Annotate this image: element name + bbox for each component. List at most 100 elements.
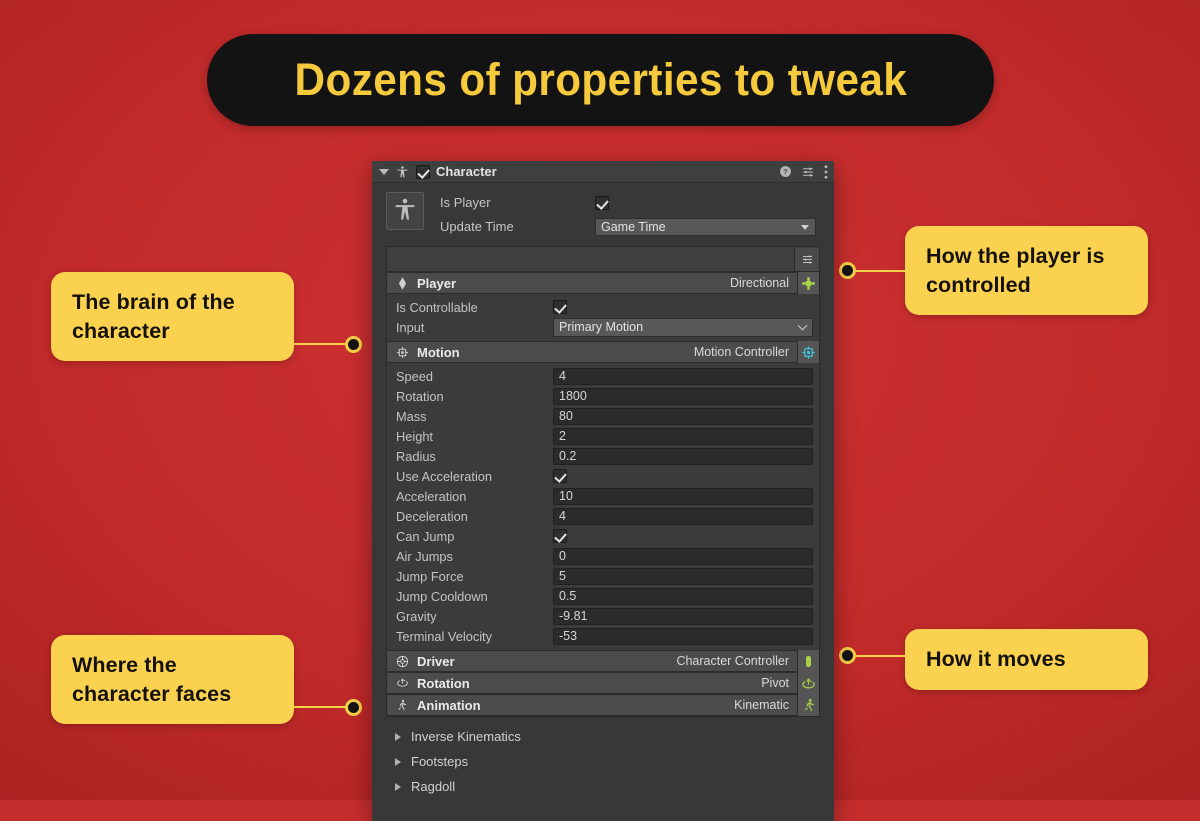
running-person-icon[interactable] bbox=[797, 694, 819, 716]
foldout-ragdoll[interactable]: Ragdoll bbox=[372, 774, 834, 799]
callout-controlled-text: How the player is controlled bbox=[926, 244, 1105, 297]
property-row: Rotation 1800 bbox=[387, 386, 819, 406]
terminal-velocity-input[interactable]: -53 bbox=[553, 627, 813, 645]
help-icon[interactable]: ? bbox=[779, 165, 792, 178]
callout-controlled: How the player is controlled bbox=[905, 226, 1148, 316]
property-row: Jump Cooldown 0.5 bbox=[387, 586, 819, 606]
component-title: Character bbox=[436, 164, 497, 179]
section-driver-name: Driver bbox=[417, 653, 455, 669]
section-animation-name: Animation bbox=[417, 697, 481, 713]
triangle-right-icon bbox=[395, 757, 401, 766]
acceleration-input[interactable]: 10 bbox=[553, 487, 813, 505]
property-row: Deceleration 4 bbox=[387, 506, 819, 526]
diamond-icon bbox=[394, 276, 410, 290]
rotation-input[interactable]: 1800 bbox=[553, 387, 813, 405]
section-player-value: Directional bbox=[729, 276, 789, 290]
leader-line-moves bbox=[851, 655, 907, 657]
section-header-driver[interactable]: Driver Character Controller bbox=[387, 650, 819, 672]
leader-line-brain bbox=[294, 343, 348, 345]
component-header[interactable]: Character ? bbox=[372, 161, 834, 183]
prop-use-acceleration-label: Use Acceleration bbox=[396, 468, 493, 484]
triangle-down-icon[interactable] bbox=[379, 168, 389, 175]
prop-speed-label: Speed bbox=[396, 368, 434, 384]
input-dropdown[interactable]: Primary Motion bbox=[553, 317, 813, 337]
speed-input[interactable]: 4 bbox=[553, 367, 813, 385]
property-row: Is Controllable bbox=[387, 297, 819, 317]
update-time-dropdown[interactable]: Game Time bbox=[595, 217, 816, 236]
section-rotation-value: Pivot bbox=[761, 676, 789, 690]
callout-moves: How it moves bbox=[905, 629, 1148, 690]
component-enabled-checkbox[interactable] bbox=[416, 164, 430, 179]
title-banner: Dozens of properties to tweak bbox=[207, 34, 994, 126]
nested-inspector: Player Directional Is Controllable Input… bbox=[386, 246, 820, 717]
property-row: Input Primary Motion bbox=[387, 317, 819, 337]
wheel-icon bbox=[394, 655, 410, 668]
foldout-footsteps[interactable]: Footsteps bbox=[372, 749, 834, 774]
section-player-properties: Is Controllable Input Primary Motion bbox=[387, 294, 819, 341]
foldout-ragdoll-label: Ragdoll bbox=[411, 779, 456, 794]
inspector-body: Is Player Update Time Game Time Player D… bbox=[372, 183, 834, 799]
prop-gravity-label: Gravity bbox=[396, 608, 437, 624]
prop-deceleration-label: Deceleration bbox=[396, 508, 468, 524]
section-player-name: Player bbox=[417, 275, 457, 291]
section-motion-name: Motion bbox=[417, 344, 460, 360]
character-person-icon bbox=[396, 165, 409, 179]
prop-terminal-velocity-label: Terminal Velocity bbox=[396, 628, 493, 644]
prop-height-label: Height bbox=[396, 428, 433, 444]
leader-line-faces bbox=[294, 706, 348, 708]
callout-brain-text: The brain of the character bbox=[72, 290, 235, 343]
jump-cooldown-input[interactable]: 0.5 bbox=[553, 587, 813, 605]
use-acceleration-checkbox[interactable] bbox=[553, 469, 567, 483]
preset-sliders-icon[interactable] bbox=[801, 165, 815, 178]
section-header-player[interactable]: Player Directional bbox=[387, 272, 819, 294]
dpad-move-icon[interactable] bbox=[797, 272, 819, 294]
section-header-rotation[interactable]: Rotation Pivot bbox=[387, 672, 819, 694]
callout-moves-text: How it moves bbox=[926, 647, 1066, 671]
section-header-motion[interactable]: Motion Motion Controller bbox=[387, 341, 819, 363]
field-update-time: Update Time Game Time bbox=[440, 216, 816, 237]
is-player-checkbox[interactable] bbox=[595, 195, 609, 210]
preset-sliders-icon[interactable] bbox=[794, 247, 819, 271]
script-reference-row: Is Player Update Time Game Time bbox=[372, 183, 834, 244]
property-row: Mass 80 bbox=[387, 406, 819, 426]
poster-background: Dozens of properties to tweak The brain … bbox=[0, 0, 1200, 821]
prop-radius-label: Radius bbox=[396, 448, 436, 464]
air-jumps-input[interactable]: 0 bbox=[553, 547, 813, 565]
more-menu-icon[interactable] bbox=[824, 164, 828, 179]
callout-brain: The brain of the character bbox=[51, 272, 294, 362]
character-person-icon bbox=[393, 197, 417, 225]
section-motion-properties: Speed 4 Rotation 1800 Mass 80 Height 2 Radiu… bbox=[387, 363, 819, 650]
gear-chip-icon[interactable] bbox=[797, 341, 819, 363]
callout-faces-text: Where the character faces bbox=[72, 653, 232, 706]
gravity-input[interactable]: -9.81 bbox=[553, 607, 813, 625]
deceleration-input[interactable]: 4 bbox=[553, 507, 813, 525]
update-time-value: Game Time bbox=[601, 219, 666, 234]
radius-input[interactable]: 0.2 bbox=[553, 447, 813, 465]
foldout-inverse-kinematics[interactable]: Inverse Kinematics bbox=[372, 724, 834, 749]
prop-input-label: Input bbox=[396, 319, 425, 335]
triangle-right-icon bbox=[395, 732, 401, 741]
height-input[interactable]: 2 bbox=[553, 427, 813, 445]
property-row: Air Jumps 0 bbox=[387, 546, 819, 566]
chevron-down-icon bbox=[801, 224, 809, 230]
prop-is-controllable-label: Is Controllable bbox=[396, 299, 478, 315]
capsule-icon[interactable] bbox=[797, 650, 819, 672]
rotate-icon[interactable] bbox=[797, 672, 819, 694]
property-row: Acceleration 10 bbox=[387, 486, 819, 506]
triangle-right-icon bbox=[395, 782, 401, 791]
mass-input[interactable]: 80 bbox=[553, 407, 813, 425]
title-text: Dozens of properties to tweak bbox=[294, 54, 907, 105]
leader-dot-faces bbox=[345, 699, 362, 716]
script-thumbnail[interactable] bbox=[386, 192, 424, 230]
rotate-icon bbox=[394, 677, 410, 690]
jump-force-input[interactable]: 5 bbox=[553, 567, 813, 585]
svg-text:?: ? bbox=[783, 167, 788, 176]
field-is-player: Is Player bbox=[440, 192, 816, 213]
can-jump-checkbox[interactable] bbox=[553, 529, 567, 543]
section-header-animation[interactable]: Animation Kinematic bbox=[387, 694, 819, 716]
property-row: Jump Force 5 bbox=[387, 566, 819, 586]
property-row: Radius 0.2 bbox=[387, 446, 819, 466]
inspector-panel: Character ? Is Player Update Time Game T… bbox=[372, 161, 834, 821]
leader-dot-brain bbox=[345, 336, 362, 353]
is-controllable-checkbox[interactable] bbox=[553, 300, 567, 314]
